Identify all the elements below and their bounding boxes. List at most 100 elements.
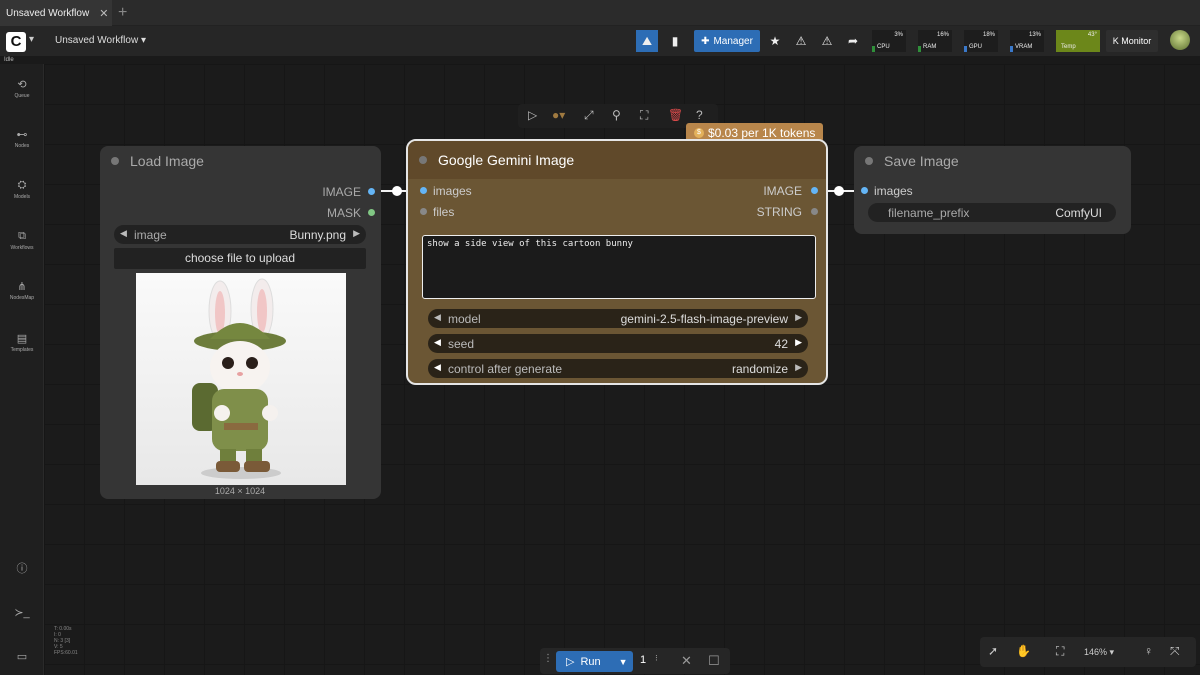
delete-icon[interactable]: 🗑 — [668, 108, 683, 122]
bookmark-icon[interactable]: ▮ — [664, 30, 686, 52]
close-icon[interactable]: ✕ — [99, 7, 108, 20]
cancel-icon[interactable]: ✕ — [681, 653, 692, 669]
cost-text: $0.03 per 1K tokens — [708, 125, 816, 140]
meter-bar — [918, 46, 921, 52]
filename-prefix-field[interactable]: filename_prefix ComfyUI — [868, 203, 1116, 222]
widget-label: model — [448, 312, 481, 326]
meter-label: Temp — [1061, 44, 1076, 50]
sidebar-item-nodesmap[interactable]: ⋔ NodesMap — [0, 280, 44, 301]
widget-label: image — [134, 228, 167, 242]
arrow-right-icon[interactable]: ▶ — [795, 312, 802, 323]
meter-label: GPU — [969, 44, 983, 50]
chevron-down-icon[interactable]: ▼ — [619, 657, 628, 667]
arrow-right-icon[interactable]: ▶ — [795, 337, 802, 348]
sidebar-item-templates[interactable]: ▤ Templates — [0, 332, 44, 353]
monitor-button[interactable]: K Monitor — [1106, 30, 1158, 52]
sidebar-item-queue[interactable]: ⟲ Queue — [0, 78, 44, 99]
unload-models-icon[interactable]: ⚠ — [790, 30, 812, 52]
tab-bar: Unsaved Workflow ✕ + — [0, 0, 1200, 26]
seed-number[interactable]: ◀ seed 42 ▶ — [428, 334, 808, 353]
help-icon[interactable]: ? — [696, 108, 703, 122]
minimap-icon[interactable]: ⤧ — [1170, 644, 1180, 659]
model-combo[interactable]: ◀ model gemini-2.5-flash-image-preview ▶ — [428, 309, 808, 328]
meter-value: 3% — [894, 32, 903, 38]
sidebar-item-label: Queue — [14, 93, 30, 99]
image-preview — [136, 273, 346, 485]
zoom-dropdown[interactable]: 146% ▾ — [1084, 647, 1114, 658]
meter-value: 18% — [982, 32, 995, 38]
output-image-slot[interactable] — [368, 188, 375, 195]
load-image-node[interactable]: Load Image IMAGE MASK ◀ image Bunny.png … — [100, 146, 381, 499]
puzzle-icon: ✚ — [701, 35, 710, 47]
ram-meter: RAM 16% — [918, 30, 952, 52]
user-avatar[interactable] — [1170, 30, 1190, 50]
input-images-slot[interactable] — [420, 187, 427, 194]
node-collapse-dot[interactable] — [419, 156, 427, 164]
bottom-panel-icon[interactable]: ▭ — [0, 650, 44, 663]
output-string-slot[interactable] — [811, 208, 818, 215]
comfy-logo-icon[interactable]: C — [6, 32, 26, 52]
arrow-left-icon[interactable]: ◀ — [120, 228, 127, 239]
image-combo[interactable]: ◀ image Bunny.png ▶ — [114, 225, 366, 244]
hand-icon[interactable]: ✋ — [1016, 644, 1031, 658]
tab-title: Unsaved Workflow — [6, 7, 90, 19]
select-mode-icon[interactable]: ➚ — [988, 644, 998, 658]
output-image-label: IMAGE — [322, 185, 361, 199]
manager-button[interactable]: ✚ Manager — [694, 30, 760, 52]
meter-bar — [964, 46, 967, 52]
redirect-icon[interactable]: ➦ — [842, 30, 864, 52]
tab-workflow[interactable]: Unsaved Workflow ✕ — [0, 0, 112, 26]
save-image-node[interactable]: Save Image images filename_prefix ComfyU… — [854, 146, 1131, 234]
canvas-stats: T: 0.00s I: 0 N: 3 [3] V: 5 FPS:60.01 — [54, 626, 78, 656]
help-icon[interactable]: ⓘ — [0, 560, 44, 576]
node-title: Google Gemini Image — [408, 141, 826, 179]
sidebar-item-workflows[interactable]: ⧉ Workflows — [0, 230, 44, 251]
input-files-slot[interactable] — [420, 208, 427, 215]
color-picker-icon[interactable]: ●▾ — [552, 108, 565, 122]
link-midpoint[interactable] — [392, 186, 402, 196]
link-midpoint[interactable] — [834, 186, 844, 196]
pin-icon[interactable]: ⚲ — [612, 108, 621, 122]
prompt-textarea[interactable]: show a side view of this cartoon bunny — [422, 235, 816, 299]
sidebar-item-models[interactable]: ⛭ Models — [0, 179, 44, 200]
share-icon[interactable]: ⛰ — [636, 30, 658, 52]
upload-button[interactable]: choose file to upload — [114, 248, 366, 269]
google-gemini-image-node[interactable]: Google Gemini Image images files IMAGE S… — [406, 139, 828, 385]
meter-value: 16% — [936, 32, 949, 38]
bypass-icon[interactable]: ⤢ — [584, 108, 594, 123]
run-button[interactable]: ▷ Run ▼ — [556, 651, 633, 672]
output-mask-label: MASK — [326, 206, 361, 220]
output-image-slot[interactable] — [811, 187, 818, 194]
lightbulb-icon[interactable]: ♀ — [1144, 644, 1153, 658]
terminal-icon[interactable]: ≻_ — [0, 606, 44, 619]
chevron-down-icon[interactable]: ▾ — [29, 34, 34, 45]
workflow-name-dropdown[interactable]: Unsaved Workflow ▾ — [55, 35, 146, 46]
arrow-right-icon[interactable]: ▶ — [795, 362, 802, 373]
widget-value: ComfyUI — [1055, 206, 1102, 220]
workflows-icon: ⧉ — [18, 230, 26, 242]
sidebar-item-label: Nodes — [14, 143, 30, 149]
stop-icon[interactable]: ☐ — [708, 653, 720, 669]
fit-view-icon[interactable]: ⛶ — [1056, 644, 1064, 659]
free-memory-icon[interactable]: ⚠ — [816, 30, 838, 52]
arrow-right-icon[interactable]: ▶ — [353, 228, 360, 239]
star-icon[interactable]: ★ — [764, 30, 786, 52]
stepper-icon[interactable]: ⁝ — [655, 653, 658, 664]
input-images-slot[interactable] — [861, 187, 868, 194]
temp-meter: Temp 43° — [1056, 30, 1100, 52]
arrow-left-icon[interactable]: ◀ — [434, 312, 441, 323]
bunny-image — [192, 278, 286, 479]
control-after-generate-combo[interactable]: ◀ control after generate randomize ▶ — [428, 359, 808, 378]
sidebar-item-nodes[interactable]: ⊷ Nodes — [0, 128, 44, 149]
output-mask-slot[interactable] — [368, 209, 375, 216]
widget-value: 42 — [774, 337, 788, 351]
batch-count-input[interactable]: 1 — [640, 654, 646, 666]
play-icon[interactable]: ▷ — [528, 108, 537, 122]
meter-label: VRAM — [1015, 44, 1033, 50]
drag-handle-icon[interactable]: ⋮ — [543, 653, 553, 664]
arrow-left-icon[interactable]: ◀ — [434, 337, 441, 348]
arrow-left-icon[interactable]: ◀ — [434, 362, 441, 373]
new-tab-icon[interactable]: + — [118, 4, 127, 22]
widget-label: seed — [448, 337, 475, 351]
fit-view-icon[interactable]: ⛶ — [640, 108, 648, 123]
